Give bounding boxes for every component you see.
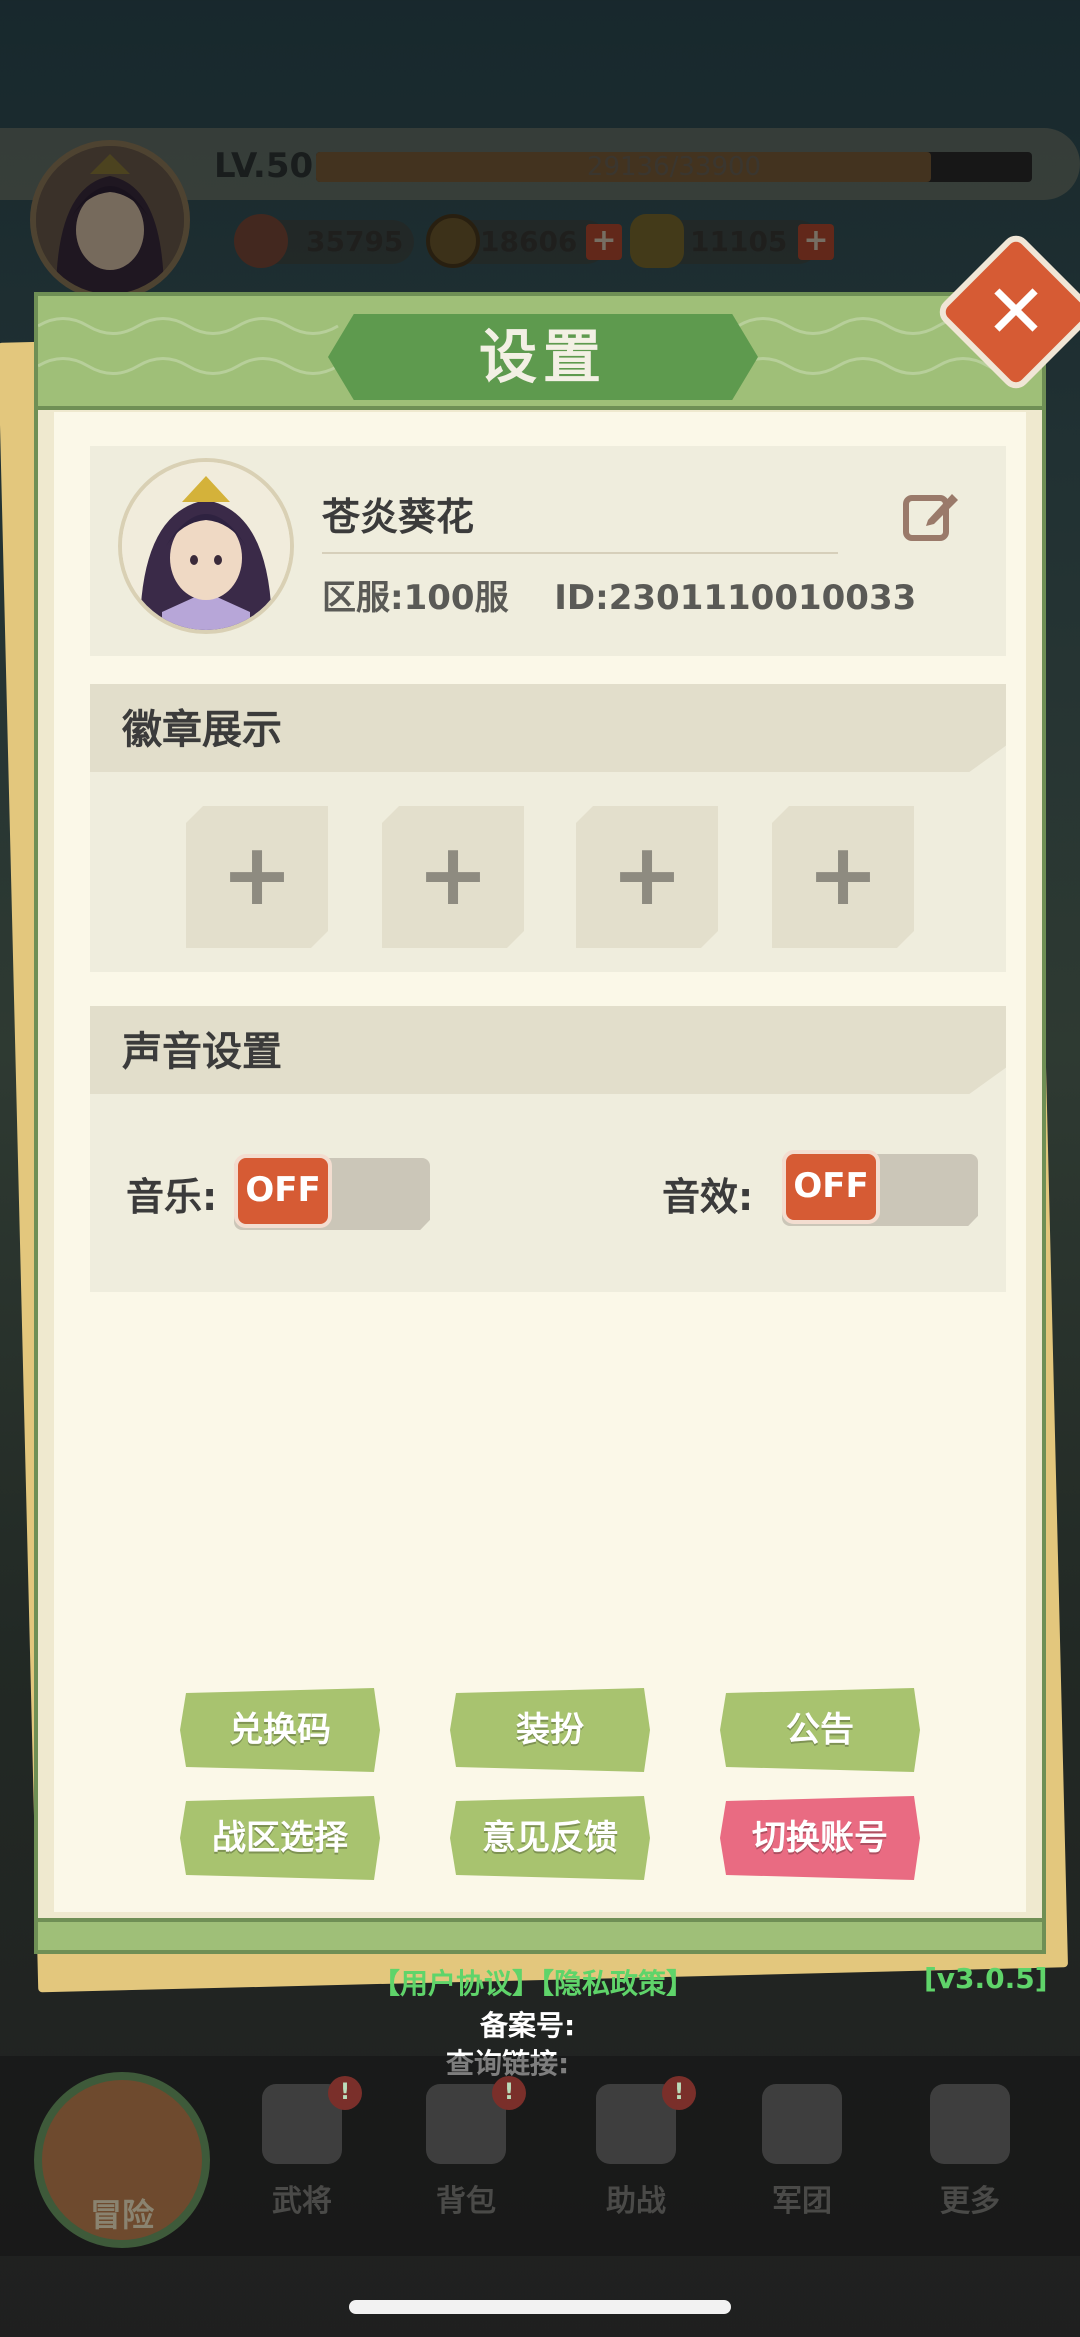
badge-slot-3[interactable]: + <box>576 806 718 948</box>
dialog-title: 设置 <box>478 323 607 391</box>
switch-account-button[interactable]: 切换账号 <box>720 1796 920 1880</box>
nav-adventure[interactable]: 冒险 <box>34 2072 210 2248</box>
dialog-footer-bar <box>34 1918 1046 1954</box>
nav-bag[interactable]: ! 背包 <box>396 2076 536 2234</box>
player-id: ID:2301110010033 <box>554 578 917 618</box>
badge-section-header: 徽章展示 <box>90 684 1006 772</box>
alert-badge: ! <box>492 2076 526 2110</box>
nav-adventure-label: 冒险 <box>89 2196 154 2234</box>
sfx-label: 音效: <box>662 1175 754 1219</box>
player-name: 苍炎葵花 <box>322 495 475 539</box>
redeem-code-button[interactable]: 兑换码 <box>180 1688 380 1772</box>
nav-assist[interactable]: ! 助战 <box>566 2076 706 2234</box>
music-label: 音乐: <box>126 1175 218 1219</box>
nav-bag-label: 背包 <box>436 2184 496 2219</box>
sound-section-header: 声音设置 <box>90 1006 1006 1094</box>
alert-badge: ! <box>328 2076 362 2110</box>
server-info: 区服:100服 ID:2301110010033 <box>322 570 916 619</box>
beian-label: 备案号: <box>480 2009 576 2042</box>
music-toggle-knob[interactable]: OFF <box>234 1154 332 1228</box>
nav-legion[interactable]: 军团 <box>732 2084 872 2234</box>
nav-assist-label: 助战 <box>606 2184 666 2219</box>
server-text: 区服:100服 <box>322 578 509 618</box>
profile-avatar-image <box>122 462 290 630</box>
edit-name-icon[interactable] <box>898 484 962 548</box>
badge-section-title: 徽章展示 <box>122 707 282 753</box>
alert-badge: ! <box>662 2076 696 2110</box>
sfx-toggle-knob[interactable]: OFF <box>782 1150 880 1224</box>
nav-more[interactable]: 更多 <box>900 2084 1040 2234</box>
dialog-title-ribbon: 设置 <box>328 314 758 400</box>
dialog-header: 设置 <box>38 296 1042 410</box>
feedback-button[interactable]: 意见反馈 <box>450 1796 650 1880</box>
banner-icon <box>762 2084 842 2164</box>
sound-section-title: 声音设置 <box>122 1029 282 1075</box>
dress-up-button[interactable]: 装扮 <box>450 1688 650 1772</box>
close-icon[interactable]: ✕ <box>958 254 1074 370</box>
badge-slot-4[interactable]: + <box>772 806 914 948</box>
grid-icon <box>930 2084 1010 2164</box>
nav-generals[interactable]: ! 武将 <box>232 2076 372 2234</box>
sound-section: 声音设置 <box>90 1006 1006 1292</box>
version-label: [v3.0.5] <box>924 1962 1048 1995</box>
zone-select-button[interactable]: 战区选择 <box>180 1796 380 1880</box>
profile-avatar[interactable] <box>118 458 294 634</box>
home-indicator[interactable] <box>349 2300 731 2314</box>
badge-slot-1[interactable]: + <box>186 806 328 948</box>
profile-divider <box>322 552 838 554</box>
legal-links[interactable]: 【用户协议】【隐私政策】 <box>372 1962 694 2002</box>
nav-legion-label: 军团 <box>772 2184 832 2219</box>
badge-slot-2[interactable]: + <box>382 806 524 948</box>
announcement-button[interactable]: 公告 <box>720 1688 920 1772</box>
nav-more-label: 更多 <box>940 2184 1000 2219</box>
nav-generals-label: 武将 <box>272 2184 332 2219</box>
